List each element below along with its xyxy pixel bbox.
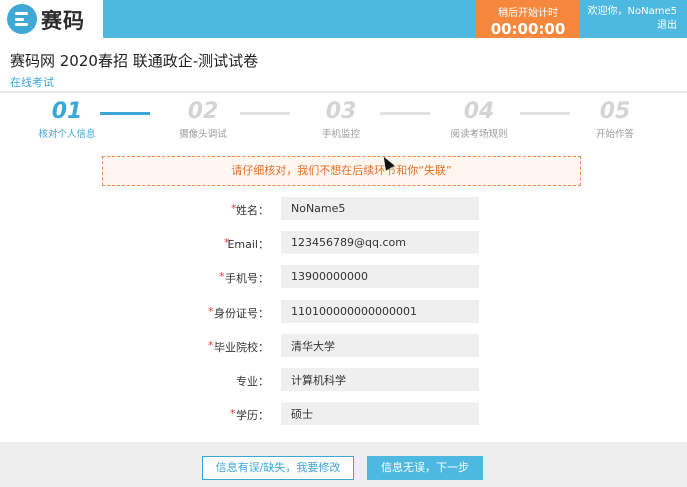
page-title: 赛码网 2020春招 联通政企-测试试卷 (10, 52, 259, 70)
welcome-text: 欢迎你，NoName5 (587, 6, 677, 17)
step-1: 01 核对个人信息 (12, 99, 122, 140)
field-label: 毕业院校： (214, 341, 269, 354)
info-form: 请仔细核对，我们不想在后续环节和你“失联” * 姓名： * Email： * 手… (0, 145, 687, 442)
step-label: 核对个人信息 (38, 129, 96, 140)
timer-value: 00:00:00 (490, 20, 566, 38)
next-step-button[interactable]: 信息无误，下一步 (367, 456, 483, 480)
step-label: 阅读考场规则 (450, 129, 508, 140)
step-4: 04 阅读考场规则 (424, 99, 534, 140)
step-number: 01 (51, 99, 83, 124)
step-number: 03 (325, 99, 357, 124)
degree-field[interactable] (281, 402, 479, 425)
user-info: 欢迎你，NoName5 退出 (588, 5, 677, 33)
step-number: 04 (463, 99, 495, 124)
timer-label: 稍后开始计时 (498, 8, 558, 19)
step-2: 02 摄像头调试 (148, 99, 258, 140)
id-card-field[interactable] (281, 300, 479, 323)
form-row-phone: * 手机号： (0, 265, 687, 288)
step-label: 摄像头调试 (179, 129, 227, 140)
progress-steps: 01 核对个人信息 02 摄像头调试 03 手机监控 04 阅读考场规则 05 … (0, 93, 687, 145)
form-row-degree: * 学历： (0, 402, 687, 425)
edit-info-button[interactable]: 信息有误/缺失，我要修改 (202, 456, 354, 480)
major-field[interactable] (281, 368, 479, 391)
field-label: Email： (227, 238, 269, 251)
field-label: 专业： (236, 375, 269, 388)
step-label: 手机监控 (321, 129, 360, 140)
step-label: 开始作答 (595, 129, 634, 140)
field-label: 身份证号： (214, 307, 269, 320)
top-bar: 赛码 稍后开始计时 00:00:00 欢迎你，NoName5 退出 (0, 0, 687, 38)
name-field[interactable] (281, 197, 479, 220)
logout-link[interactable]: 退出 (588, 19, 677, 33)
email-field[interactable] (281, 231, 479, 254)
logo-text: 赛码 (41, 9, 85, 33)
field-label: 学历： (236, 409, 269, 422)
school-field[interactable] (281, 334, 479, 357)
logo-icon (7, 4, 37, 34)
step-5: 05 开始作答 (560, 99, 670, 140)
step-3: 03 手机监控 (286, 99, 396, 140)
form-row-school: * 毕业院校： (0, 334, 687, 357)
notice-banner: 请仔细核对，我们不想在后续环节和你“失联” (102, 156, 581, 186)
form-row-name: * 姓名： (0, 197, 687, 220)
logo[interactable]: 赛码 (0, 0, 103, 38)
field-label: 姓名： (236, 204, 269, 217)
subtitle-link[interactable]: 在线考试 (10, 74, 54, 90)
step-number: 05 (599, 99, 631, 124)
phone-field[interactable] (281, 265, 479, 288)
form-row-major: 专业： (0, 368, 687, 391)
countdown-timer: 稍后开始计时 00:00:00 (476, 0, 580, 38)
title-area: 赛码网 2020春招 联通政企-测试试卷 在线考试 (0, 38, 687, 92)
field-label: 手机号： (225, 272, 269, 285)
form-row-email: * Email： (0, 231, 687, 254)
form-row-id-card: * 身份证号： (0, 300, 687, 323)
step-number: 02 (187, 99, 219, 124)
